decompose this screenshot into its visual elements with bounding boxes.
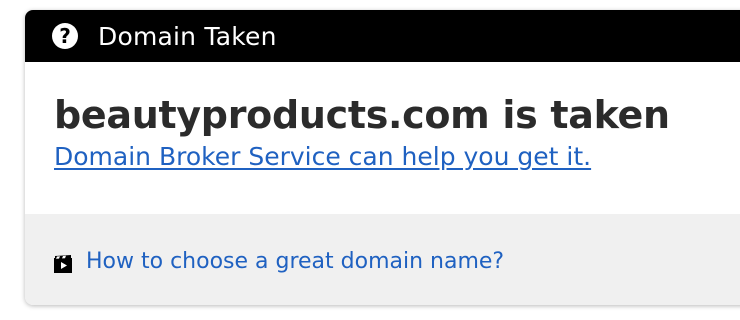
domain-broker-link[interactable]: Domain Broker Service can help you get i… [54,142,591,171]
card-footer: How to choose a great domain name? [25,214,740,305]
domain-taken-card: ? Domain Taken beautyproducts.com is tak… [25,10,740,305]
choose-domain-name-video-link[interactable]: How to choose a great domain name? [86,249,504,274]
card-body: beautyproducts.com is taken Domain Broke… [25,62,740,214]
card-header: ? Domain Taken [25,10,740,62]
video-icon [54,254,72,273]
header-title: Domain Taken [98,21,277,51]
question-circle-icon: ? [52,23,78,49]
domain-status-title: beautyproducts.com is taken [54,93,670,137]
